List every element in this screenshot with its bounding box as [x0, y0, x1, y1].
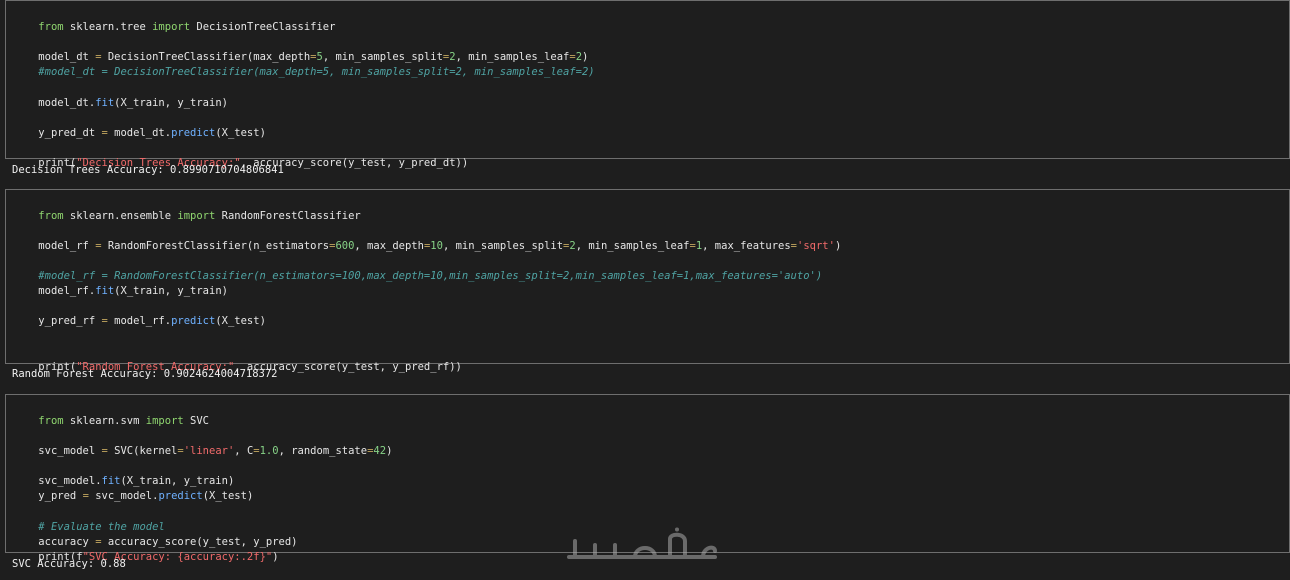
code-token: SVC(kernel	[107, 445, 178, 457]
code-token: (X_train, y_train)	[114, 285, 228, 297]
code-token: , C	[234, 445, 254, 457]
cell-output: SVC Accuracy: 0.88	[12, 558, 126, 570]
code-token: , min_samples_leaf	[575, 240, 690, 252]
method-token: fit	[95, 285, 115, 297]
code-cell-decision-tree[interactable]: from sklearn.tree import DecisionTreeCla…	[5, 0, 1290, 169]
code-line: y_pred_rf = model_rf.predict(X_test)	[13, 299, 266, 327]
code-token: )	[834, 240, 842, 252]
code-token: svc_model.	[88, 490, 159, 502]
method-token: predict	[158, 490, 203, 502]
comment-line: # Evaluate the model	[13, 505, 164, 533]
code-token: DecisionTreeClassifier	[190, 21, 336, 33]
code-token: sklearn.ensemble	[63, 210, 178, 222]
code-line: y_pred_dt = model_dt.predict(X_test)	[13, 111, 266, 139]
code-line: y_pred = svc_model.predict(X_test)	[13, 474, 253, 502]
code-token: model_dt.	[38, 97, 96, 109]
code-cell-random-forest[interactable]: from sklearn.ensemble import RandomFores…	[5, 189, 1290, 373]
code-line: print("Decision Trees Accuracy:", accura…	[13, 141, 468, 169]
keyword-token: import	[145, 415, 184, 427]
method-token: predict	[171, 127, 216, 139]
khamsat-watermark-logo	[567, 527, 717, 559]
code-line: svc_model.fit(X_train, y_train)	[13, 459, 234, 487]
number-token: 600	[335, 240, 355, 252]
code-token: model_rf.	[38, 285, 96, 297]
comment-token: #model_dt = DecisionTreeClassifier(max_d…	[38, 66, 595, 78]
code-token: (X_test)	[215, 127, 266, 139]
code-token: , random_state	[278, 445, 368, 457]
code-token: RandomForestClassifier	[215, 210, 361, 222]
cell-output: Random Forest Accuracy: 0.90246240047183…	[12, 368, 278, 380]
code-token: y_pred_dt	[38, 127, 102, 139]
keyword-token: from	[38, 21, 64, 33]
code-line: model_rf.fit(X_train, y_train)	[13, 269, 228, 297]
keyword-token: from	[38, 415, 64, 427]
code-line: model_dt.fit(X_train, y_train)	[13, 81, 228, 109]
code-token: )	[386, 445, 393, 457]
code-token: (X_test)	[202, 490, 254, 502]
number-token: 10	[430, 240, 443, 252]
code-token: y_pred	[38, 490, 83, 502]
code-token: SVC	[183, 415, 210, 427]
code-token: (X_train, y_train)	[114, 97, 228, 109]
code-line: from sklearn.svm import SVC	[13, 399, 209, 427]
code-token: )	[272, 551, 279, 563]
code-token: model_rf	[38, 240, 96, 252]
code-token: sklearn.tree	[63, 21, 153, 33]
code-line: model_dt = DecisionTreeClassifier(max_de…	[13, 35, 588, 63]
comment-line: #model_rf = RandomForestClassifier(n_est…	[13, 254, 822, 282]
comment-line: #model_dt = DecisionTreeClassifier(max_d…	[13, 50, 594, 78]
code-token: , max_depth	[354, 240, 424, 252]
code-line: print("Random Forest Accuracy:", accurac…	[13, 345, 462, 373]
string-token: 'linear'	[183, 445, 235, 457]
code-line: accuracy = accuracy_score(y_test, y_pred…	[13, 520, 297, 548]
code-line: model_rf = RandomForestClassifier(n_esti…	[13, 224, 841, 252]
code-line: print(f"SVC Accuracy: {accuracy:.2f}")	[13, 535, 278, 563]
code-token: y_pred_rf	[38, 315, 102, 327]
code-token: , max_features	[702, 240, 791, 252]
keyword-token: from	[38, 210, 64, 222]
string-token: 'sqrt'	[797, 240, 835, 252]
code-line: from sklearn.ensemble import RandomFores…	[13, 194, 360, 222]
code-line: from sklearn.tree import DecisionTreeCla…	[13, 5, 335, 33]
code-token: , min_samples_split	[442, 240, 564, 252]
code-token: svc_model	[38, 445, 102, 457]
number-token: 42	[373, 445, 387, 457]
cell-output: Decision Trees Accuracy: 0.8990710704806…	[12, 164, 284, 176]
keyword-token: import	[177, 210, 216, 222]
keyword-token: import	[152, 21, 191, 33]
code-token: sklearn.svm	[63, 415, 146, 427]
code-token: RandomForestClassifier(n_estimators	[101, 240, 330, 252]
code-token: model_rf.	[107, 315, 172, 327]
code-token: (X_test)	[215, 315, 266, 327]
code-token: model_dt.	[107, 127, 172, 139]
code-line: svc_model = SVC(kernel='linear', C=1.0, …	[13, 429, 392, 457]
number-token: 1.0	[259, 445, 279, 457]
method-token: fit	[95, 97, 115, 109]
method-token: predict	[171, 315, 216, 327]
